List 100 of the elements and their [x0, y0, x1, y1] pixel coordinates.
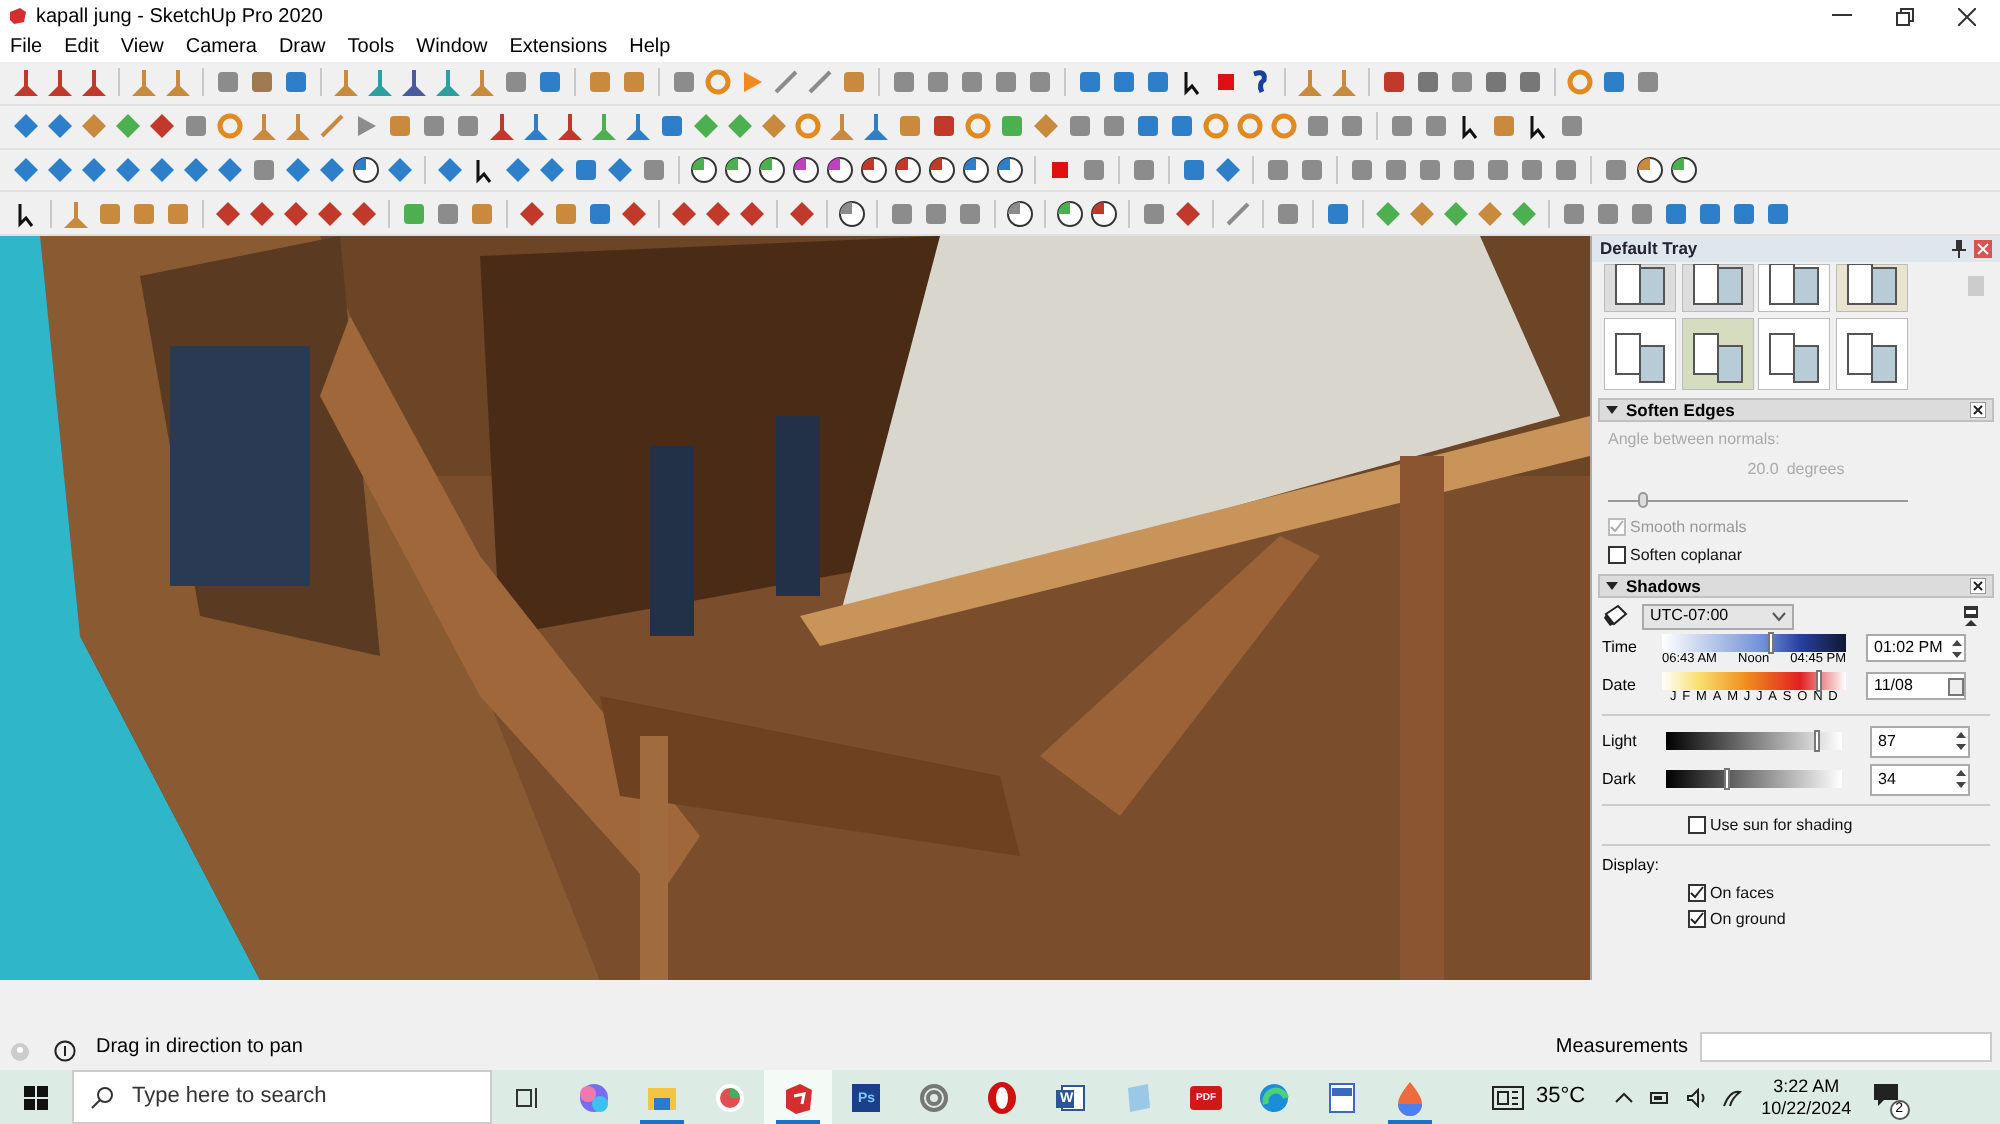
tool-icon[interactable]: [894, 155, 922, 184]
spinner-arrows-icon[interactable]: [1954, 730, 1968, 752]
clock-date[interactable]: 10/22/2024: [1761, 1097, 1852, 1119]
checked-checkbox[interactable]: [1688, 884, 1706, 902]
search-icon: [90, 1085, 114, 1109]
angle-label: Angle between normals:: [1608, 428, 1782, 452]
tool-icon[interactable]: [690, 155, 718, 184]
style-thumbnail-drawing[interactable]: [1604, 317, 1676, 389]
measurements-label: Measurements: [1555, 1034, 1688, 1062]
restore-icon[interactable]: [1896, 7, 1914, 25]
tool-icon[interactable]: [1056, 199, 1084, 228]
task-view-icon[interactable]: [516, 1085, 540, 1109]
collapse-triangle-icon[interactable]: [1606, 580, 1618, 592]
running-indicator: [776, 1120, 820, 1124]
menu-item[interactable]: Window: [416, 32, 488, 62]
paint-app-icon: [712, 1079, 748, 1115]
tool-icon[interactable]: [724, 155, 752, 184]
style-thumbnail-drawing[interactable]: [1681, 264, 1753, 312]
pen-icon[interactable]: [1721, 1087, 1742, 1107]
windows-start-icon[interactable]: [24, 1085, 48, 1109]
spiral-icon: [916, 1079, 952, 1115]
opera-icon: [984, 1079, 1020, 1115]
angle-value: 20.0: [1747, 458, 1779, 482]
tool-icon[interactable]: [838, 199, 866, 228]
slider-thumb[interactable]: [1768, 632, 1775, 654]
checkbox-label: Smooth normals: [1630, 515, 1747, 539]
tool-icon[interactable]: [996, 155, 1024, 184]
tool-icon[interactable]: [928, 155, 956, 184]
menu-item[interactable]: View: [120, 32, 164, 62]
clock-time[interactable]: 3:22 AM: [1773, 1075, 1840, 1097]
app-logo-icon: [8, 6, 28, 26]
close-icon[interactable]: [1970, 578, 1986, 594]
slider-thumb[interactable]: [1813, 730, 1820, 752]
style-thumbnail-drawing[interactable]: [1681, 317, 1753, 389]
tool-icon[interactable]: [1006, 199, 1034, 228]
menu-item[interactable]: Edit: [64, 32, 99, 62]
close-icon[interactable]: [1958, 7, 1976, 25]
tool-icon[interactable]: [1636, 155, 1664, 184]
time-label: Time: [1602, 636, 1639, 660]
measurements-field[interactable]: [1700, 1032, 1992, 1062]
style-thumbnail-drawing[interactable]: [1835, 317, 1907, 389]
light-label: Light: [1602, 729, 1639, 753]
tool-icon[interactable]: [1670, 155, 1698, 184]
dark-label: Dark: [1602, 767, 1638, 791]
spinner-arrows-icon[interactable]: [1954, 768, 1968, 790]
weather-text[interactable]: 35°C: [1536, 1080, 1586, 1114]
menu-item[interactable]: Camera: [185, 32, 257, 62]
angle-unit: degrees: [1786, 458, 1845, 482]
tool-icon[interactable]: [352, 155, 380, 184]
light-field[interactable]: 87: [1870, 725, 1970, 757]
menu-item[interactable]: Help: [629, 32, 671, 62]
chevron-up-icon[interactable]: [1613, 1087, 1634, 1107]
menu-item[interactable]: Extensions: [509, 32, 608, 62]
dark-field[interactable]: 34: [1870, 763, 1970, 795]
checkbox-label: Soften coplanar: [1630, 543, 1743, 567]
style-thumbnail-drawing[interactable]: [1604, 264, 1676, 312]
menu-item[interactable]: Tools: [347, 32, 395, 62]
speaker-icon[interactable]: [1685, 1087, 1706, 1107]
checkbox-label: Use sun for shading: [1710, 813, 1853, 837]
tool-icon[interactable]: [860, 155, 888, 184]
style-thumbnail-drawing[interactable]: [1835, 264, 1907, 312]
window-title: kapall jung - SketchUp Pro 2020: [36, 3, 323, 31]
search-field[interactable]: Type here to search: [72, 1070, 492, 1124]
menu-item[interactable]: File: [10, 32, 43, 62]
timezone-dropdown[interactable]: UTC-07:00: [1642, 603, 1794, 629]
checked-checkbox[interactable]: [1688, 910, 1706, 928]
running-indicator: [1388, 1120, 1432, 1124]
news-icon[interactable]: [1492, 1085, 1524, 1109]
notification-icon[interactable]: [1871, 1081, 1900, 1109]
display-label: Display:: [1602, 854, 1661, 878]
copilot-icon: [576, 1079, 612, 1115]
close-icon[interactable]: [1970, 402, 1986, 418]
tool-icon[interactable]: [1090, 199, 1118, 228]
eraser-icon[interactable]: [1602, 602, 1630, 630]
tool-icon[interactable]: [826, 155, 854, 184]
checkbox[interactable]: [1688, 816, 1706, 834]
tray-title: Default Tray: [1600, 236, 1698, 262]
slider-thumb[interactable]: [1723, 768, 1730, 790]
sketchup-app-icon: [780, 1079, 816, 1115]
date-field[interactable]: 11/08: [1866, 672, 1966, 700]
style-thumbnail-drawing[interactable]: [1758, 264, 1830, 312]
slider-thumb[interactable]: [1816, 670, 1823, 692]
status-hint: Drag in direction to pan: [96, 1034, 303, 1062]
menu-item[interactable]: Draw: [278, 32, 326, 62]
spinner-arrows-icon[interactable]: [1950, 637, 1964, 659]
scrollbar-thumb[interactable]: [1968, 276, 1984, 296]
calendar-icon[interactable]: [1948, 677, 1964, 695]
checkbox-label: On ground: [1710, 907, 1786, 931]
battery-icon[interactable]: [1649, 1087, 1670, 1107]
style-thumbnail-drawing[interactable]: [1758, 317, 1830, 389]
tool-icon[interactable]: [758, 155, 786, 184]
chevron-down-icon: [1772, 611, 1786, 621]
taskbar-app-button[interactable]: [764, 1070, 832, 1124]
info-icon[interactable]: [54, 1040, 76, 1062]
tool-icon[interactable]: [792, 155, 820, 184]
pin-icon[interactable]: [1952, 240, 1966, 258]
tool-icon[interactable]: [962, 155, 990, 184]
time-field[interactable]: 01:02 PM: [1866, 634, 1966, 662]
minimize-icon[interactable]: [1832, 14, 1852, 18]
date-label: Date: [1602, 674, 1638, 698]
